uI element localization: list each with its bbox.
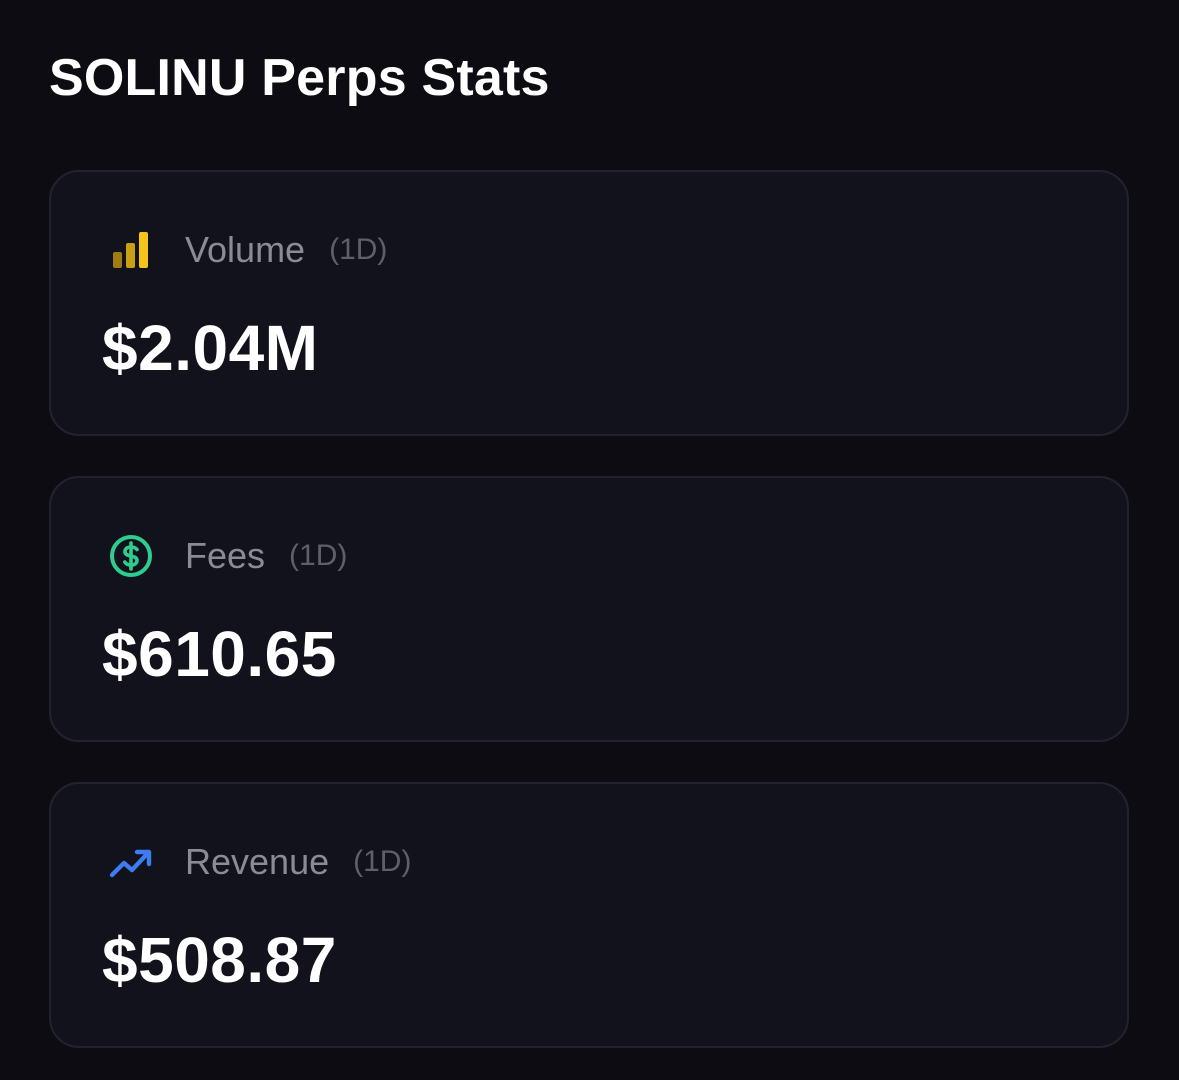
trending-up-icon xyxy=(107,838,155,886)
stat-card-header: Volume (1D) xyxy=(107,226,387,274)
stat-card-revenue[interactable]: Revenue (1D) $508.87 xyxy=(49,782,1129,1048)
stat-label: Revenue xyxy=(185,841,330,882)
stat-card-header: Revenue (1D) xyxy=(107,838,411,886)
stat-value: $610.65 xyxy=(102,618,337,690)
stat-card-header: Fees (1D) xyxy=(107,532,347,580)
page-title: SOLINU Perps Stats xyxy=(49,49,550,107)
stat-label: Volume xyxy=(185,229,306,270)
stat-card-volume[interactable]: Volume (1D) $2.04M xyxy=(49,170,1129,436)
stat-period: (1D) xyxy=(289,539,348,572)
dollar-circle-icon xyxy=(107,532,155,580)
stat-period: (1D) xyxy=(353,845,412,878)
stat-card-fees[interactable]: Fees (1D) $610.65 xyxy=(49,476,1129,742)
stat-value: $2.04M xyxy=(102,312,319,384)
stat-value: $508.87 xyxy=(102,924,337,996)
stat-label: Fees xyxy=(185,535,266,576)
bar-chart-icon xyxy=(107,226,155,274)
stat-period: (1D) xyxy=(329,233,388,266)
